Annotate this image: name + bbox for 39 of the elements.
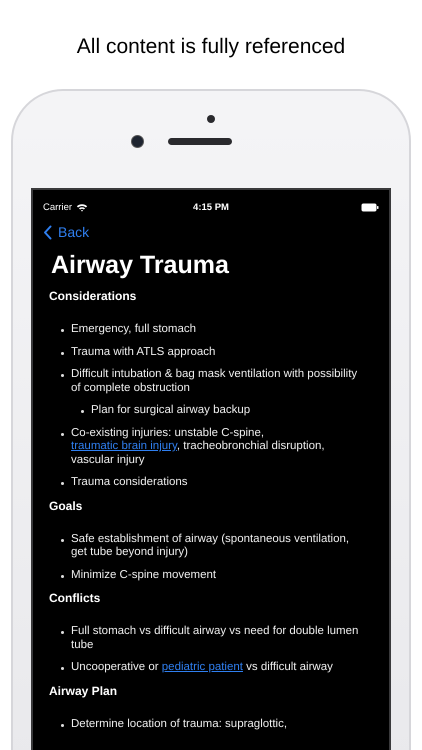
section-heading: Conflicts [49, 591, 102, 605]
reference-link[interactable]: traumatic brain injury [71, 440, 177, 452]
bullet-icon [81, 410, 84, 413]
bullet-icon [61, 482, 64, 485]
list-item-text: Trauma considerations [71, 476, 188, 490]
list-item-text: Plan for surgical airway backup [91, 404, 250, 418]
bullet-icon [61, 574, 64, 578]
section-heading: Goals [49, 498, 84, 512]
wifi-icon [76, 202, 88, 212]
status-time: 4:15 PM [193, 202, 229, 212]
list-item-text: Uncooperative or pediatric patient vs difficult airway [71, 661, 333, 674]
camera-icon [130, 135, 144, 148]
list-item-text: Minimize C-spine movement [71, 568, 216, 582]
bullet-icon [61, 329, 64, 332]
bullet-icon [61, 631, 64, 634]
page-title: Airway Trauma [51, 251, 230, 280]
section-heading: Considerations [49, 289, 138, 303]
list-item-text: Difficult intubation & bag mask ventilation with possibility of complete obstruction [71, 368, 358, 395]
chevron-left-icon [43, 224, 52, 240]
sensor-icon [207, 115, 215, 123]
bullet-icon [61, 432, 64, 436]
section-heading: Airway Plan [49, 684, 118, 698]
carrier-label: Carrier [43, 202, 72, 212]
bullet-icon [61, 374, 64, 377]
reference-link[interactable]: pediatric patient [162, 661, 243, 673]
bullet-icon [61, 667, 64, 670]
battery-icon [361, 202, 379, 212]
list-item-text: Co-existing injuries: unstable C-spine, traumatic brain injury, tracheobronchial disruption, vascular injury [71, 426, 326, 467]
bullet-icon [61, 538, 64, 542]
back-button[interactable]: Back [43, 224, 90, 240]
list-item-text: Determine location of trauma: supraglottic, [71, 718, 288, 731]
list-item-text: Full stomach vs difficult airway vs need for double lumen tube [71, 625, 360, 652]
list-item-text: Emergency, full stomach [71, 323, 196, 336]
list-item-text: Safe establishment of airway (spontaneous ventilation, get tube beyond injury) [71, 532, 350, 560]
list-item-text: Trauma with ATLS approach [71, 346, 216, 359]
speaker-grille-icon [168, 138, 232, 145]
bullet-icon [61, 352, 64, 354]
bullet-icon [61, 724, 64, 726]
headline: All content is fully referenced [76, 35, 346, 59]
